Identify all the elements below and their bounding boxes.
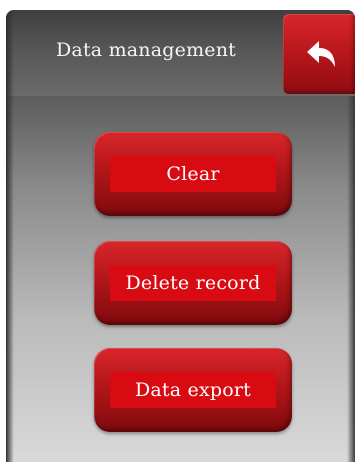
clear-button[interactable]: Clear [94, 132, 292, 216]
back-arrow-icon [307, 41, 335, 67]
page-title: Data management [56, 39, 237, 61]
delete-record-button[interactable]: Delete record [94, 241, 292, 325]
header-bar: Data management [6, 10, 355, 96]
right-bezel-shadow [347, 96, 355, 462]
back-button[interactable] [283, 14, 355, 94]
data-export-button[interactable]: Data export [94, 348, 292, 432]
clear-button-label: Clear [110, 156, 276, 192]
device-screen: Data management Clear Delete record Data… [6, 10, 355, 462]
delete-record-button-label: Delete record [110, 265, 276, 301]
data-export-button-label: Data export [110, 372, 276, 408]
left-bezel-shadow [6, 10, 14, 462]
